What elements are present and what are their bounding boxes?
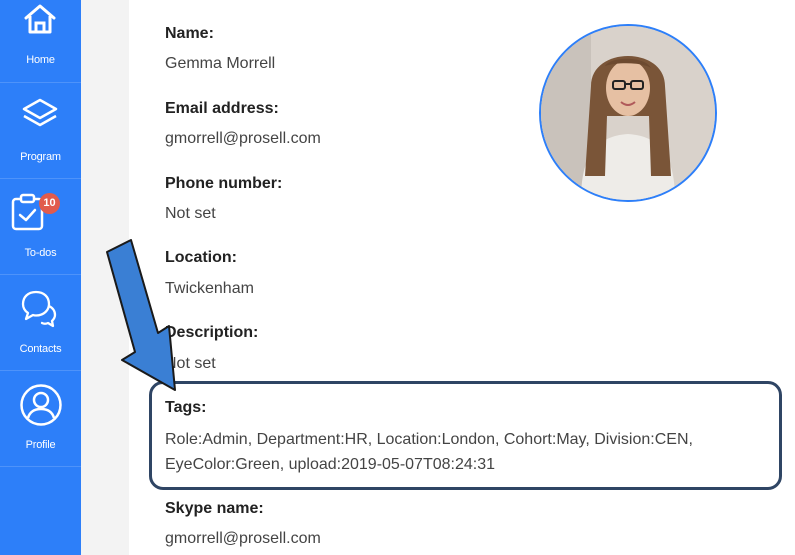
sidebar-item-label: Home	[26, 54, 55, 66]
annotation-arrow-icon	[106, 239, 176, 391]
notification-badge: 10	[39, 193, 60, 214]
skype-value: gmorrell@prosell.com	[165, 530, 321, 547]
avatar	[539, 24, 717, 202]
chat-bubbles-icon	[21, 290, 57, 328]
tags-label: Tags:	[165, 399, 207, 416]
sidebar-item-home[interactable]: Home	[0, 0, 81, 95]
sidebar-item-label: Contacts	[19, 343, 62, 355]
name-value: Gemma Morrell	[165, 55, 276, 72]
sidebar-item-contacts[interactable]: Contacts	[0, 275, 81, 370]
home-icon	[24, 4, 56, 34]
sidebar-item-label: Profile	[25, 439, 56, 451]
sidebar-item-label: Program	[20, 151, 61, 163]
sidebar-item-profile[interactable]: Profile	[0, 371, 81, 466]
phone-label: Phone number:	[165, 175, 283, 192]
name-label: Name:	[165, 25, 214, 42]
layers-icon	[22, 98, 58, 127]
email-label: Email address:	[165, 100, 279, 117]
sidebar-item-todos[interactable]: To-dos	[0, 179, 81, 274]
sidebar-divider	[0, 466, 81, 467]
tags-value: Role:Admin, Department:HR, Location:Lond…	[165, 431, 693, 473]
user-circle-icon	[20, 384, 62, 426]
sidebar-item-label: To-dos	[24, 247, 57, 259]
sidebar-item-program[interactable]: Program	[0, 83, 81, 178]
email-value: gmorrell@prosell.com	[165, 130, 321, 147]
sidebar-nav: Home Program To-dos 10 Contacts Profile	[0, 0, 81, 555]
skype-label: Skype name:	[165, 500, 264, 517]
avatar-photo	[541, 26, 715, 200]
phone-value: Not set	[165, 205, 216, 222]
